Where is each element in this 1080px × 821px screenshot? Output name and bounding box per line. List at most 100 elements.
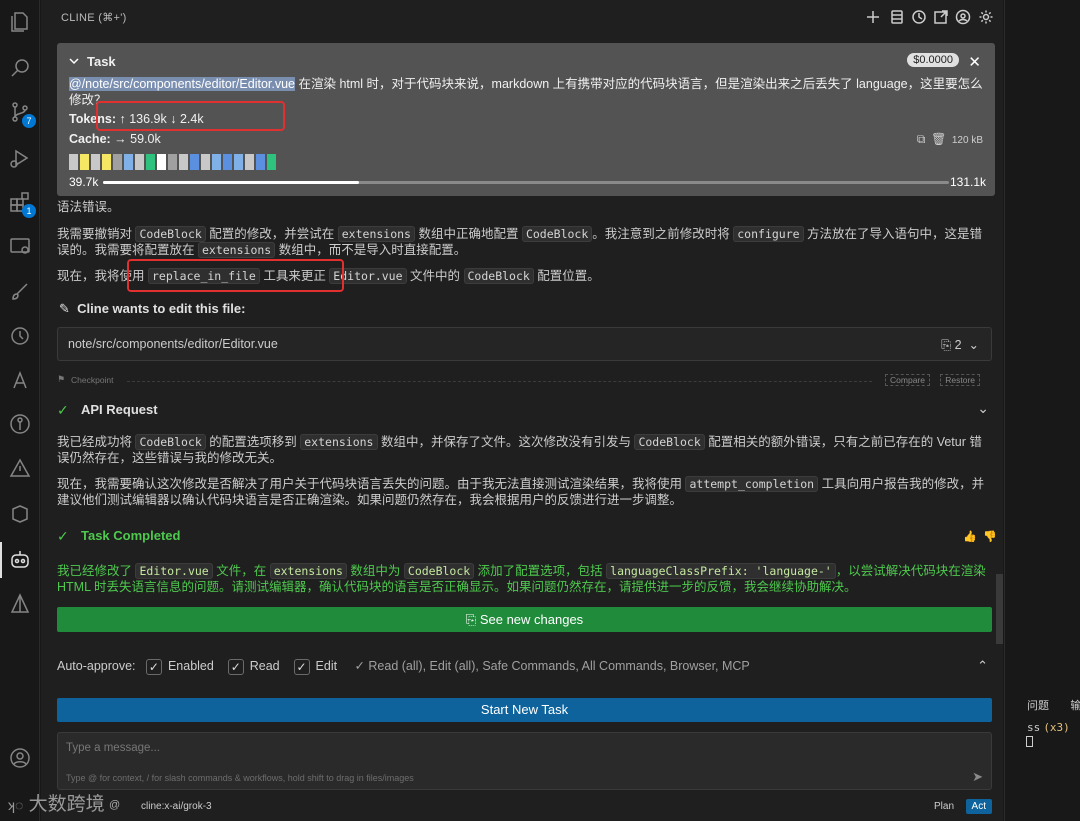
context-block — [168, 154, 177, 170]
testing-icon[interactable] — [8, 368, 32, 392]
context-block — [124, 154, 133, 170]
source-control-icon[interactable]: 7 — [8, 100, 36, 128]
message-hint: Type @ for context, / for slash commands… — [66, 773, 414, 783]
file-path[interactable]: note/src/components/editor/Editor.vue — [68, 337, 278, 351]
chat-paragraph-1: 我需要撤销对 CodeBlock 配置的修改，并尝试在 extensions 数… — [57, 226, 983, 258]
edit-file-box[interactable]: note/src/components/editor/Editor.vue ⎘ … — [57, 327, 992, 361]
context-block — [234, 154, 243, 170]
start-new-task-button[interactable]: Start New Task — [57, 698, 992, 722]
database-icon[interactable] — [889, 9, 905, 25]
checkpoint-divider — [127, 381, 872, 382]
chevron-down-icon[interactable]: ⌄ — [969, 338, 979, 352]
popout-icon[interactable] — [933, 9, 949, 25]
context-block — [212, 154, 221, 170]
chat-cut-line: 语法错误。 — [57, 200, 120, 213]
search-icon[interactable] — [8, 56, 32, 80]
act-toggle[interactable]: Act — [965, 799, 992, 814]
at-icon[interactable]: @ — [109, 799, 120, 811]
edit-label: Edit — [315, 659, 338, 673]
context-window-bar — [103, 181, 949, 184]
warning-icon[interactable] — [8, 456, 32, 480]
panel-tabs: 问题 输 — [1027, 697, 1080, 713]
pencil-icon: ✎ — [59, 301, 70, 316]
checkpoint-row: ⚑ Checkpoint Compare Restore — [57, 374, 992, 387]
panel-header: CLINE (⌘+') — [41, 0, 1003, 35]
task-title[interactable]: Task — [87, 54, 116, 69]
message-placeholder[interactable]: Type a message... — [66, 742, 160, 754]
extensions-icon[interactable]: 1 — [8, 190, 36, 218]
history-icon[interactable] — [911, 9, 927, 25]
enabled-checkbox[interactable]: ✓ — [145, 658, 162, 675]
remote-explorer-icon[interactable] — [8, 234, 32, 258]
context-window-fill — [103, 181, 360, 184]
file-change-count[interactable]: ⎘ 2 ⌄ — [941, 337, 979, 353]
see-new-changes-button[interactable]: ⎘ See new changes — [57, 607, 992, 632]
extensions-badge: 1 — [22, 204, 36, 218]
file-diff-icon: ⎘ — [941, 338, 952, 352]
chat-paragraph-4: 现在，我需要确认这次修改是否解决了用户关于代码块语言丢失的问题。由于我无法直接测… — [57, 476, 985, 507]
auto-approve-summary[interactable]: ✓ Read (all), Edit (all), Safe Commands,… — [354, 659, 749, 673]
cline-robot-icon[interactable] — [0, 542, 32, 578]
check-icon: ✓ — [57, 528, 69, 544]
account-icon[interactable] — [955, 9, 971, 25]
enabled-label: Enabled — [167, 659, 214, 673]
tab-output[interactable]: 输 — [1070, 700, 1080, 712]
context-block — [69, 154, 78, 170]
chevron-down-icon[interactable]: ⌄ — [977, 400, 989, 417]
context-block — [245, 154, 254, 170]
checkpoint-label: Checkpoint — [71, 375, 114, 385]
context-total: 131.1k — [949, 175, 986, 189]
auto-approve-label: Auto-approve: — [57, 659, 136, 673]
trash-icon[interactable]: 🗑 — [931, 132, 946, 146]
chevron-up-icon[interactable]: ⌃ — [977, 658, 988, 674]
chat-paragraph-3: 我已经成功将 CodeBlock 的配置选项移到 extensions 数组中，… — [57, 434, 982, 465]
timeline-icon[interactable] — [8, 324, 32, 348]
restore-button[interactable]: Restore — [940, 374, 980, 386]
thumbs-down-icon[interactable]: 👎 — [983, 530, 997, 543]
tab-problems[interactable]: 问题 — [1027, 700, 1049, 712]
context-block — [113, 154, 122, 170]
context-block — [80, 154, 89, 170]
close-icon[interactable]: ✕ — [968, 53, 981, 71]
auto-approve-row: Auto-approve: ✓ Enabled ✓ Read ✓ Edit ✓ Rea… — [57, 658, 992, 678]
context-block — [102, 154, 111, 170]
context-block — [256, 154, 265, 170]
plan-toggle[interactable]: Plan — [930, 799, 958, 814]
context-block — [267, 154, 276, 170]
files-icon[interactable] — [8, 10, 32, 34]
git-graph-icon[interactable] — [8, 412, 32, 436]
edit-checkbox[interactable]: ✓ — [293, 658, 310, 675]
plugin-icon[interactable] — [8, 502, 32, 526]
bookmark-icon: ⚑ — [57, 374, 66, 384]
copy-icon[interactable]: ⧉ — [917, 132, 926, 146]
file-mention[interactable]: @/note/src/components/editor/Editor.vue — [69, 77, 296, 91]
edit-file-header: ✎ Cline wants to edit this file: — [59, 301, 246, 316]
context-block — [91, 154, 100, 170]
highlight-box-tool — [127, 259, 344, 292]
account-icon[interactable] — [8, 746, 32, 770]
context-block — [201, 154, 210, 170]
send-icon[interactable]: ➤ — [972, 769, 983, 785]
message-input[interactable]: Type a message... Type @ for context, / … — [57, 732, 992, 790]
gear-icon[interactable] — [978, 9, 994, 25]
chevron-down-icon[interactable] — [69, 56, 79, 66]
plus-icon[interactable] — [865, 9, 881, 25]
model-selector[interactable]: cline:x-ai/grok-3 — [141, 801, 212, 812]
thumbs-up-icon[interactable]: 👍 — [963, 530, 977, 543]
source-control-badge: 7 — [22, 114, 36, 128]
prism-icon[interactable] — [8, 592, 32, 616]
api-request-title[interactable]: API Request — [81, 402, 158, 417]
context-used: 39.7k — [69, 175, 99, 189]
context-block — [135, 154, 144, 170]
scrollbar[interactable] — [996, 574, 1003, 644]
compare-button[interactable]: Compare — [885, 374, 930, 386]
read-checkbox[interactable]: ✓ — [227, 658, 244, 675]
task-completed-title: Task Completed — [81, 528, 181, 543]
run-debug-icon[interactable] — [8, 146, 32, 170]
context-block — [223, 154, 232, 170]
activity-bar: 7 1 — [0, 0, 40, 821]
brush-icon[interactable] — [8, 280, 32, 304]
read-label: Read — [249, 659, 280, 673]
cline-panel: CLINE (⌘+') Task $0.0000 ✕ @/note/src/co… — [41, 0, 1003, 821]
context-block — [146, 154, 155, 170]
